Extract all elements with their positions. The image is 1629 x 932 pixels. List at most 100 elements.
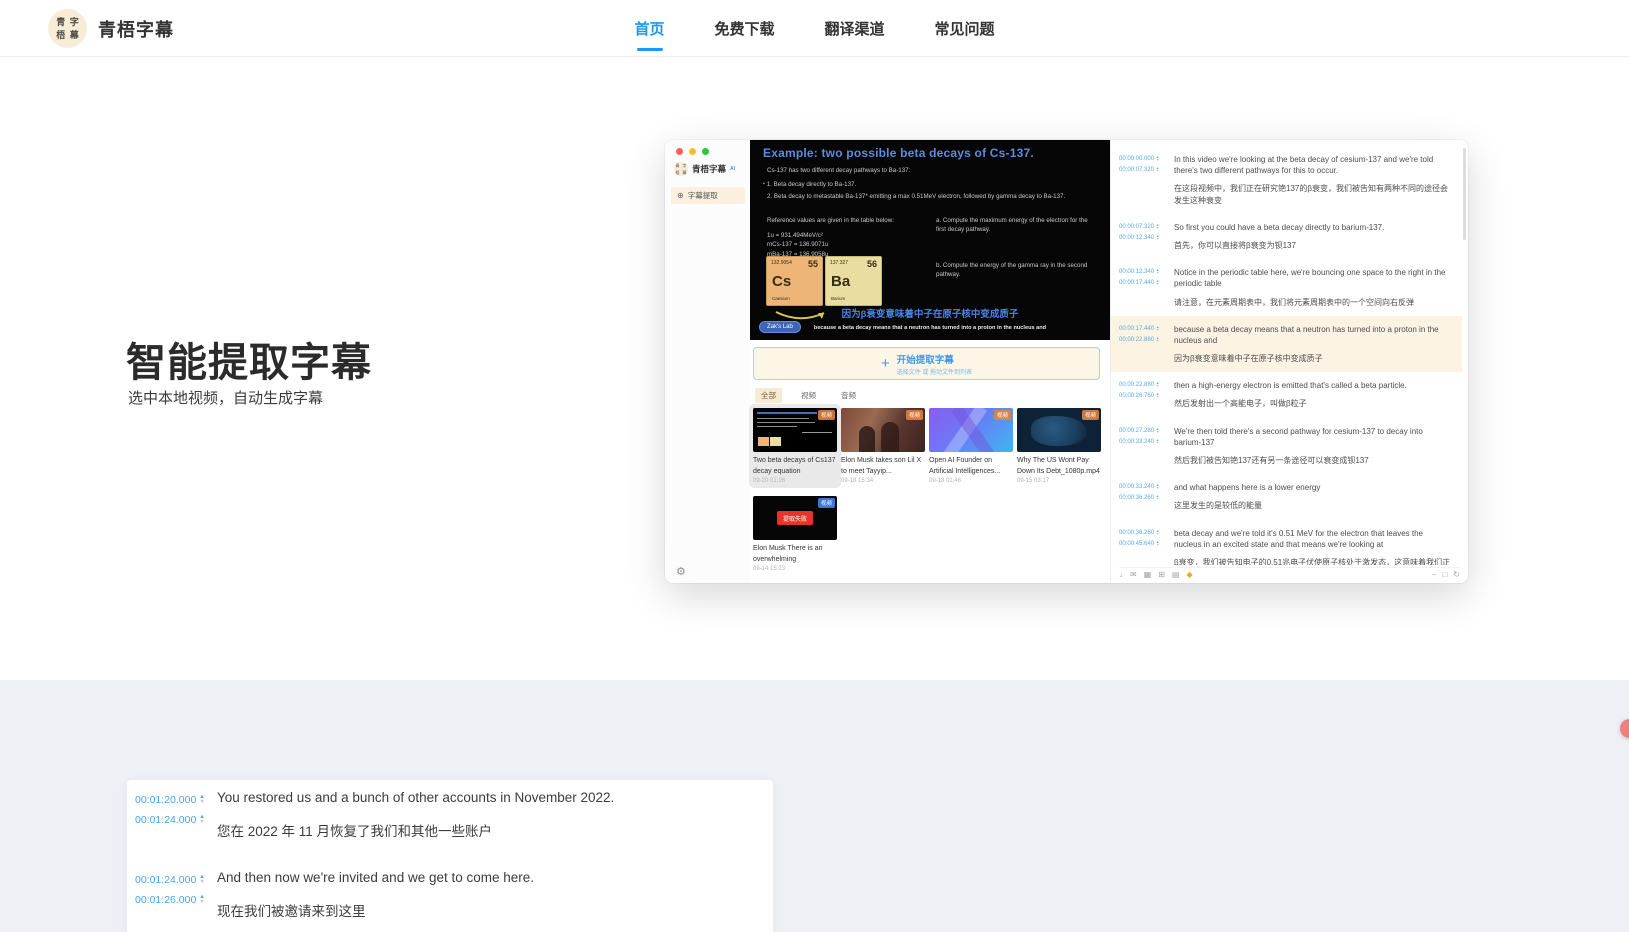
start-time[interactable]: 00:00:27.280 <box>1119 428 1154 434</box>
subtitle-row[interactable]: 00:01:24.000 ▲ ▼ 00:01:26.000 ▲ ▼ And then n… <box>127 860 773 932</box>
media-card[interactable]: 视频 Open AI Founder on Artificial Intelli… <box>929 408 1013 484</box>
time-down-icon[interactable]: ▼ <box>199 879 204 885</box>
subtitle-row[interactable]: 00:00:36.260 ▲ ▼ 00:00:45.640 ▲ ▼ beta decay… <box>1111 520 1462 565</box>
nav-item-translate-channels[interactable]: 翻译渠道 <box>823 12 887 45</box>
subtitle-zh[interactable]: 您在 2022 年 11 月恢复了我们和其他一些账户 <box>217 820 763 840</box>
end-time[interactable]: 00:00:36.260 <box>1119 495 1154 501</box>
start-time[interactable]: 00:00:12.340 <box>1119 269 1154 275</box>
subtitle-zh[interactable]: 请注意，在元素周期表中，我们将元素周期表中的一个空间向右反弹 <box>1174 297 1452 308</box>
media-card-failed[interactable]: 提取失败 视频 Elon Musk There is an overwhelmi… <box>753 496 837 572</box>
settings-gear-icon[interactable]: ⚙ <box>676 565 686 578</box>
subtitle-zh[interactable]: β衰变，我们被告知电子的0.51兆电子伏使原子核处于激发态，这意味着我们正在看 <box>1174 557 1452 565</box>
time-down-icon[interactable]: ▼ <box>1156 396 1159 400</box>
subtitle-row[interactable]: 00:00:12.340 ▲ ▼ 00:00:17.440 ▲ ▼ Notice in … <box>1111 259 1462 316</box>
tab-all[interactable]: 全部 <box>755 388 782 403</box>
subtitle-en[interactable]: Notice in the periodic table here, we're… <box>1174 267 1452 289</box>
time-down-icon[interactable]: ▼ <box>1156 271 1159 275</box>
time-down-icon[interactable]: ▼ <box>1156 339 1159 343</box>
media-card[interactable]: 视频 Two beta decays of Cs137 decay equati… <box>753 408 837 484</box>
time-down-icon[interactable]: ▼ <box>1156 226 1159 230</box>
time-down-icon[interactable]: ▼ <box>199 819 204 825</box>
start-time[interactable]: 00:01:24.000 <box>135 874 196 886</box>
time-down-icon[interactable]: ▼ <box>1156 532 1159 536</box>
grid-view-icon[interactable]: ▦ <box>1144 571 1152 579</box>
tab-video[interactable]: 视频 <box>795 388 822 403</box>
nav-item-home[interactable]: 首页 <box>632 12 666 45</box>
subtitle-en[interactable]: You restored us and a bunch of other acc… <box>217 790 763 805</box>
end-time[interactable]: 00:01:24.000 <box>135 814 196 826</box>
time-down-icon[interactable]: ▼ <box>1156 543 1159 547</box>
subtitle-row[interactable]: 00:01:20.000 ▲ ▼ 00:01:24.000 ▲ ▼ You restor… <box>127 780 773 854</box>
subtitle-zh[interactable]: 这里发生的是较低的能量 <box>1174 500 1452 511</box>
time-down-icon[interactable]: ▼ <box>1156 385 1159 389</box>
time-down-icon[interactable]: ▼ <box>1156 328 1159 332</box>
expand-icon[interactable]: □ <box>1442 571 1447 579</box>
subtitle-row[interactable]: 00:00:00.000 ▲ ▼ 00:00:07.320 ▲ ▼ In this vi… <box>1111 146 1462 214</box>
end-time[interactable]: 00:00:17.440 <box>1119 280 1154 286</box>
start-time[interactable]: 00:00:22.880 <box>1119 382 1154 388</box>
start-time[interactable]: 00:00:00.000 <box>1119 156 1154 162</box>
subtitle-row[interactable]: 00:00:27.280 ▲ ▼ 00:00:33.240 ▲ ▼ We're then… <box>1111 418 1462 475</box>
end-time[interactable]: 00:00:26.760 <box>1119 393 1154 399</box>
time-down-icon[interactable]: ▼ <box>1156 282 1159 286</box>
media-card[interactable]: 视频 Why The US Wont Pay Down Its Debt_108… <box>1017 408 1101 484</box>
subtitle-en[interactable]: then a high-energy electron is emitted t… <box>1174 380 1452 391</box>
subtitle-en[interactable]: And then now we're invited and we get to… <box>217 870 763 885</box>
time-down-icon[interactable]: ▼ <box>199 899 204 905</box>
video-player[interactable]: Example: two possible beta decays of Cs-… <box>750 140 1110 340</box>
nav-item-faq[interactable]: 常见问题 <box>933 12 997 45</box>
media-card[interactable]: 视频 Elon Musk takes son Lil X to meet Tay… <box>841 408 925 484</box>
start-extract-dropzone[interactable]: + 开始提取字幕 选择文件 或 拖动文件到列表 <box>753 347 1100 380</box>
subtitle-en[interactable]: In this video we're looking at the beta … <box>1174 154 1452 176</box>
download-icon[interactable]: ↓ <box>1119 571 1123 579</box>
sidebar-item-subtitle-extract[interactable]: ⊕ 字幕提取 <box>671 187 745 204</box>
subtitle-row[interactable]: 00:00:33.240 ▲ ▼ 00:00:36.260 ▲ ▼ and what h… <box>1111 474 1462 519</box>
start-time[interactable]: 00:00:36.260 <box>1119 530 1154 536</box>
time-down-icon[interactable]: ▼ <box>1156 237 1159 241</box>
subtitle-en[interactable]: So first you could have a beta decay dir… <box>1174 222 1452 233</box>
time-down-icon[interactable]: ▼ <box>1156 486 1159 490</box>
subtitle-en[interactable]: because a beta decay means that a neutro… <box>1174 324 1452 346</box>
refresh-icon[interactable]: ↻ <box>1453 571 1460 579</box>
end-time[interactable]: 00:00:07.320 <box>1119 167 1154 173</box>
time-down-icon[interactable]: ▼ <box>1156 169 1159 173</box>
copy-icon[interactable]: ⊞ <box>1158 571 1165 579</box>
time-down-icon[interactable]: ▼ <box>199 799 204 805</box>
collapse-icon[interactable]: − <box>1432 571 1437 579</box>
time-down-icon[interactable]: ▼ <box>1156 158 1159 162</box>
nav-item-download[interactable]: 免费下载 <box>712 12 776 45</box>
start-time[interactable]: 00:00:33.240 <box>1119 484 1154 490</box>
subtitle-row[interactable]: 00:00:07.320 ▲ ▼ 00:00:12.340 ▲ ▼ So first y… <box>1111 214 1462 259</box>
subtitle-en[interactable]: We're then told there's a second pathway… <box>1174 426 1452 448</box>
export-mail-icon[interactable]: ✉ <box>1130 571 1137 579</box>
start-time[interactable]: 00:01:20.000 <box>135 794 196 806</box>
subtitle-scrollbar[interactable] <box>1463 148 1466 240</box>
subtitle-zh[interactable]: 然后我们被告知铯137还有另一条途径可以衰变成钡137 <box>1174 455 1452 466</box>
subtitle-zh[interactable]: 然后发射出一个高能电子，叫做β粒子 <box>1174 398 1452 409</box>
time-down-icon[interactable]: ▼ <box>1156 497 1159 501</box>
end-time[interactable]: 00:00:12.340 <box>1119 235 1154 241</box>
end-time[interactable]: 00:00:45.640 <box>1119 541 1154 547</box>
end-time[interactable]: 00:01:26.000 <box>135 894 196 906</box>
zoom-window-icon[interactable] <box>702 148 709 155</box>
start-time[interactable]: 00:00:07.320 <box>1119 224 1154 230</box>
translate-icon[interactable]: ◆ <box>1187 571 1193 579</box>
time-down-icon[interactable]: ▼ <box>1156 441 1159 445</box>
subtitle-en[interactable]: beta decay and we're told it's 0.51 MeV … <box>1174 528 1452 550</box>
start-time[interactable]: 00:00:17.440 <box>1119 326 1154 332</box>
subtitle-zh[interactable]: 首先，你可以直接将β衰变为钡137 <box>1174 240 1452 251</box>
end-time[interactable]: 00:00:22.880 <box>1119 337 1154 343</box>
end-time[interactable]: 00:00:33.240 <box>1119 439 1154 445</box>
subtitle-zh[interactable]: 现在我们被邀请来到这里 <box>217 900 763 920</box>
subtitle-zh[interactable]: 在这段视频中，我们正在研究铯137的β衰变，我们被告知有两种不同的途径会发生这种… <box>1174 183 1452 205</box>
time-down-icon[interactable]: ▼ <box>1156 430 1159 434</box>
subtitle-row-active[interactable]: 00:00:17.440 ▲ ▼ 00:00:22.880 ▲ ▼ because a … <box>1111 315 1462 373</box>
minimize-window-icon[interactable] <box>689 148 696 155</box>
brand-logo[interactable]: 青字梧幕 青梧字幕 <box>48 9 174 48</box>
subtitle-zh[interactable]: 因为β衰变意味着中子在原子核中变成质子 <box>1174 353 1452 364</box>
list-view-icon[interactable]: ▤ <box>1172 571 1180 579</box>
close-window-icon[interactable] <box>676 148 683 155</box>
tab-audio[interactable]: 音频 <box>835 388 862 403</box>
subtitle-en[interactable]: and what happens here is a lower energy <box>1174 482 1452 493</box>
subtitle-row[interactable]: 00:00:22.880 ▲ ▼ 00:00:26.760 ▲ ▼ then a hig… <box>1111 372 1462 417</box>
